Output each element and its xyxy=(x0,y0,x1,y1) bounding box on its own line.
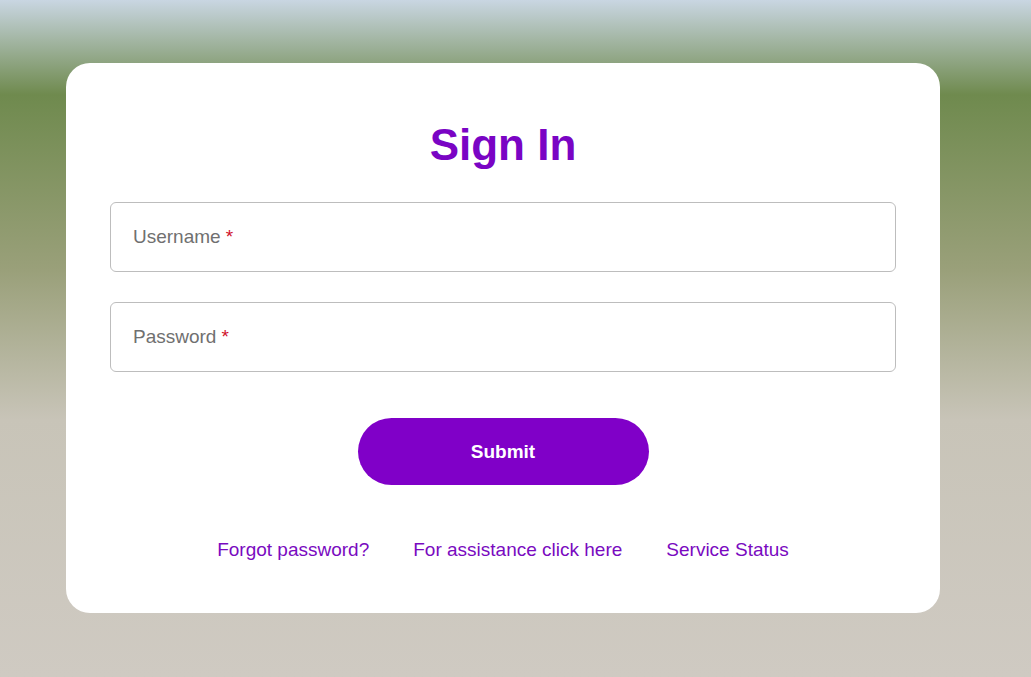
password-field[interactable]: Password* xyxy=(110,302,896,372)
help-link[interactable]: For assistance click here xyxy=(413,538,622,562)
sign-in-card: Sign InUsername*Password*SubmitForgot pa… xyxy=(66,63,940,613)
required-mark: * xyxy=(221,326,228,348)
required-mark: * xyxy=(226,226,233,248)
username-field[interactable]: Username* xyxy=(110,202,896,272)
field-placeholder: Password xyxy=(133,326,216,348)
submit-button[interactable]: Submit xyxy=(358,418,649,485)
sign-in-title: Sign In xyxy=(430,119,577,171)
background-photo: Sign InUsername*Password*SubmitForgot pa… xyxy=(0,0,1031,677)
help-link[interactable]: Forgot password? xyxy=(217,538,369,562)
help-links: Forgot password? For assistance click her… xyxy=(217,538,789,562)
help-link[interactable]: Service Status xyxy=(666,538,789,562)
field-placeholder: Username xyxy=(133,226,221,248)
